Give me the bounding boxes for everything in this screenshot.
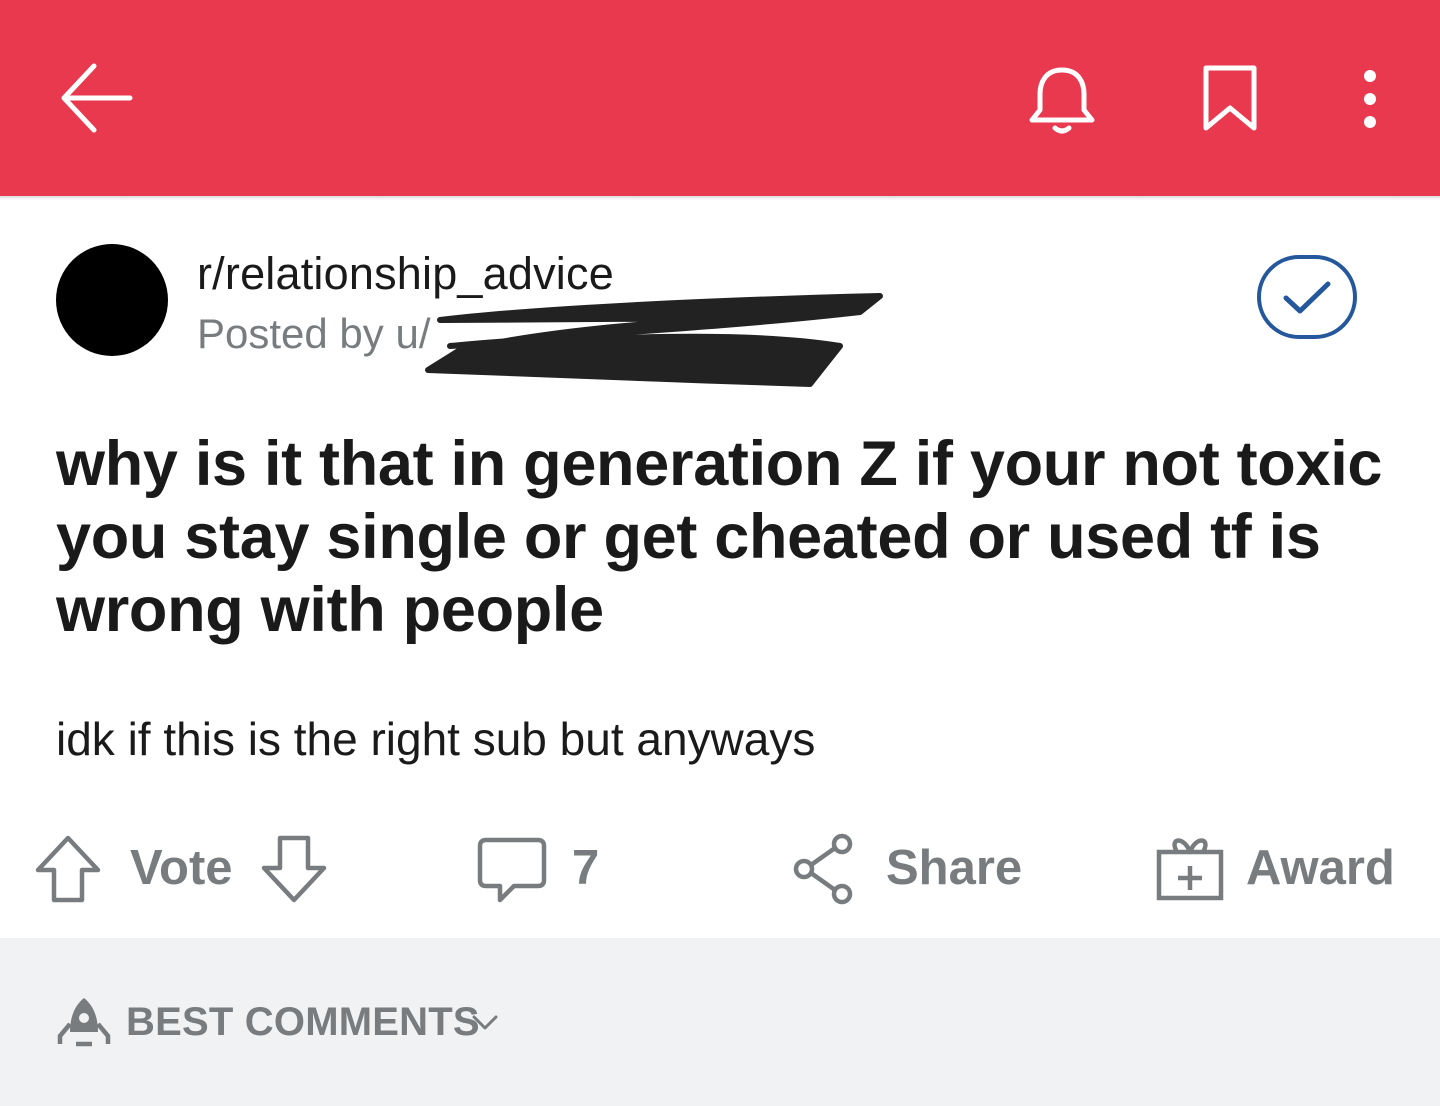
approve-check-button[interactable] [1256,254,1358,340]
comment-icon[interactable] [476,836,548,906]
chevron-down-icon[interactable] [470,1008,500,1038]
bookmark-icon[interactable] [1200,64,1260,134]
posted-by-label: Posted by u/ [197,310,431,357]
header-shadow [0,196,1440,200]
more-vertical-icon[interactable] [1352,66,1388,132]
vote-label: Vote [130,841,233,895]
comment-count[interactable]: 7 [572,840,599,896]
award-button[interactable]: Award [1246,840,1395,896]
award-gift-icon[interactable] [1154,832,1226,904]
rocket-icon [57,998,111,1047]
bell-icon[interactable] [1026,62,1098,138]
share-button[interactable]: Share [886,840,1022,896]
upvote-icon[interactable] [34,834,102,904]
back-arrow-icon[interactable] [58,60,134,136]
share-icon[interactable] [790,832,856,906]
best-comments-sort[interactable]: BEST COMMENTS [126,1000,480,1045]
top-app-bar [0,0,1440,196]
downvote-icon[interactable] [260,834,328,904]
post-body: idk if this is the right sub but anyways [56,713,816,765]
post-title: why is it that in generation Z if your n… [56,429,1383,645]
subreddit-avatar[interactable] [56,244,168,356]
redacted-username-scribble [425,293,883,387]
